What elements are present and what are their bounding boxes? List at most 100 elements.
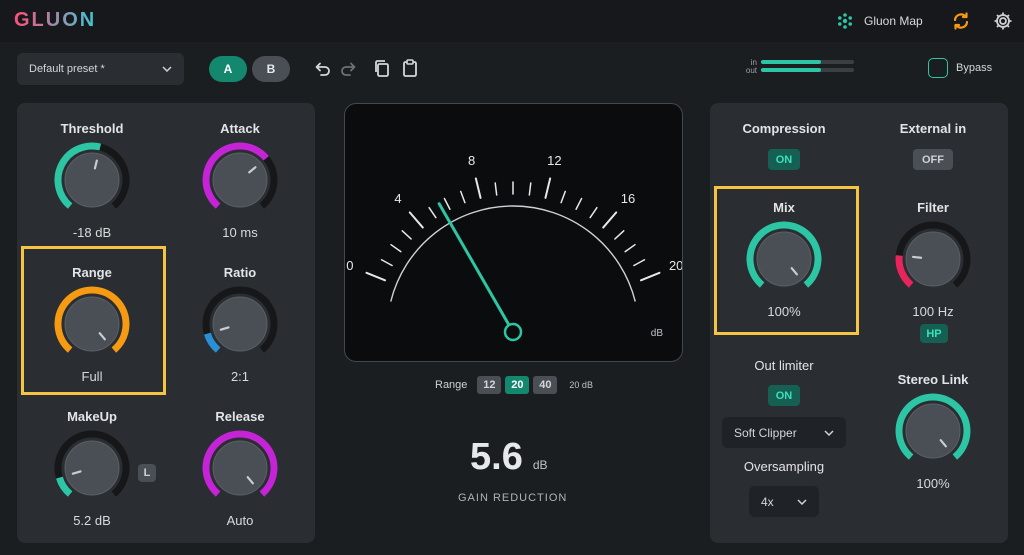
gear-icon	[994, 12, 1012, 30]
makeup-value: 5.2 dB	[73, 513, 111, 528]
threshold-knob[interactable]	[52, 140, 132, 220]
gain-reduction-value: 5.6	[470, 436, 523, 478]
app-logo: GLUON	[14, 9, 97, 31]
meter-tick	[528, 182, 532, 196]
filter-knob[interactable]	[893, 219, 973, 299]
out-limiter-label: Out limiter	[754, 358, 814, 373]
copy-icon	[375, 60, 389, 77]
ratio-label: Ratio	[223, 265, 257, 280]
range-button-group: 12 20 40	[477, 376, 558, 394]
meter-tick	[365, 271, 387, 282]
range-value: Full	[81, 369, 103, 384]
sync-icon	[953, 12, 969, 30]
makeup-knob[interactable]	[52, 428, 132, 508]
meter-tick	[428, 206, 437, 219]
range-knob[interactable]	[52, 284, 132, 364]
meter-out-fill	[761, 68, 822, 72]
filter-label: Filter	[917, 200, 949, 215]
ratio-knob[interactable]	[200, 284, 280, 364]
meter-scale-label: 8	[468, 153, 475, 168]
chevron-down-icon	[824, 429, 834, 436]
release-control: Release Auto	[170, 409, 310, 528]
stereo-link-label: Stereo Link	[897, 372, 969, 387]
release-knob[interactable]	[200, 428, 280, 508]
meter-scale-label: 20	[669, 258, 682, 273]
meter-tick	[494, 182, 498, 196]
external-in-control: External in	[863, 121, 1003, 136]
meter-in-fill	[761, 60, 822, 64]
paste-button[interactable]	[399, 57, 421, 79]
bypass-toggle[interactable]: Bypass	[928, 58, 992, 78]
bypass-label: Bypass	[956, 62, 993, 74]
meter-tick	[390, 243, 402, 253]
undo-icon	[315, 62, 330, 76]
meter-in-track	[761, 60, 854, 64]
threshold-label: Threshold	[60, 121, 124, 136]
redo-icon	[341, 62, 356, 76]
settings-button[interactable]	[992, 10, 1014, 32]
out-limiter-toggle[interactable]: ON	[768, 385, 800, 406]
compression-control: Compression	[714, 121, 854, 136]
meter-needle-hub	[503, 322, 523, 342]
meter-scale-label: 4	[394, 191, 401, 206]
meter-dial: 0 4 8 12 16 20 dB	[346, 153, 683, 342]
meter-tick	[639, 271, 661, 282]
meter-scale-label: 12	[547, 153, 561, 168]
gain-reduction-label: GAIN REDUCTION	[458, 492, 568, 504]
meter-tick	[544, 177, 552, 199]
gluon-map-label: Gluon Map	[864, 14, 923, 28]
makeup-label: MakeUp	[67, 409, 117, 424]
mix-knob[interactable]	[744, 219, 824, 299]
copy-button[interactable]	[371, 58, 393, 80]
meter-needle	[437, 202, 511, 326]
meter-out-track	[761, 68, 854, 72]
stereo-link-knob[interactable]	[893, 391, 973, 471]
bypass-checkbox[interactable]	[928, 58, 948, 78]
compression-toggle[interactable]: ON	[768, 149, 800, 170]
meter-scale-label: 16	[621, 191, 635, 206]
range-option-40[interactable]: 40	[533, 376, 558, 394]
clipboard-icon	[403, 59, 417, 77]
meter-tick	[602, 211, 618, 229]
preset-dropdown[interactable]: Default preset *	[17, 53, 184, 85]
filter-hp-badge[interactable]: HP	[920, 324, 948, 343]
makeup-link-badge[interactable]: L	[138, 464, 156, 482]
filter-control: Filter 100 Hz	[863, 200, 1003, 319]
chevron-down-icon	[797, 498, 807, 505]
external-in-label: External in	[899, 121, 967, 136]
external-in-toggle[interactable]: OFF	[913, 149, 953, 170]
meter-tick	[589, 206, 598, 219]
io-meters: in out	[745, 58, 854, 75]
compression-label: Compression	[742, 121, 826, 136]
attack-value: 10 ms	[222, 225, 258, 240]
meter-out-label: out	[745, 65, 757, 75]
redo-button[interactable]	[338, 58, 360, 80]
range-option-12[interactable]: 12	[477, 376, 502, 394]
sync-button[interactable]	[950, 10, 972, 32]
mix-control: Mix 100%	[714, 200, 854, 319]
oversampling-dropdown[interactable]: 4x	[749, 486, 819, 517]
attack-control: Attack 10 ms	[170, 121, 310, 240]
meter-tick	[575, 197, 583, 211]
meter-unit-label: dB	[651, 328, 664, 339]
range-selector: Range 12 20 40 20 dB	[435, 376, 593, 394]
undo-button[interactable]	[311, 58, 333, 80]
preset-b-button[interactable]: B	[252, 56, 290, 82]
attack-knob[interactable]	[200, 140, 280, 220]
meter-scale-label: 0	[346, 258, 353, 273]
chevron-down-icon	[162, 66, 172, 72]
mix-label: Mix	[773, 200, 795, 215]
meter-tick	[443, 197, 451, 211]
meter-tick	[408, 211, 424, 229]
meter-tick	[633, 258, 646, 267]
limiter-mode-value: Soft Clipper	[734, 425, 797, 440]
limiter-mode-dropdown[interactable]: Soft Clipper	[722, 417, 846, 448]
gluon-map-icon	[838, 13, 852, 29]
preset-a-button[interactable]: A	[209, 56, 247, 82]
gluon-map-button[interactable]: Gluon Map	[836, 11, 923, 31]
preset-name: Default preset *	[29, 63, 105, 75]
meter-tick	[560, 190, 567, 204]
range-option-20[interactable]: 20	[505, 376, 530, 394]
gain-reduction-meter: 0 4 8 12 16 20 dB	[344, 103, 683, 362]
gain-reduction-readout: 5.6 dB	[470, 436, 548, 479]
